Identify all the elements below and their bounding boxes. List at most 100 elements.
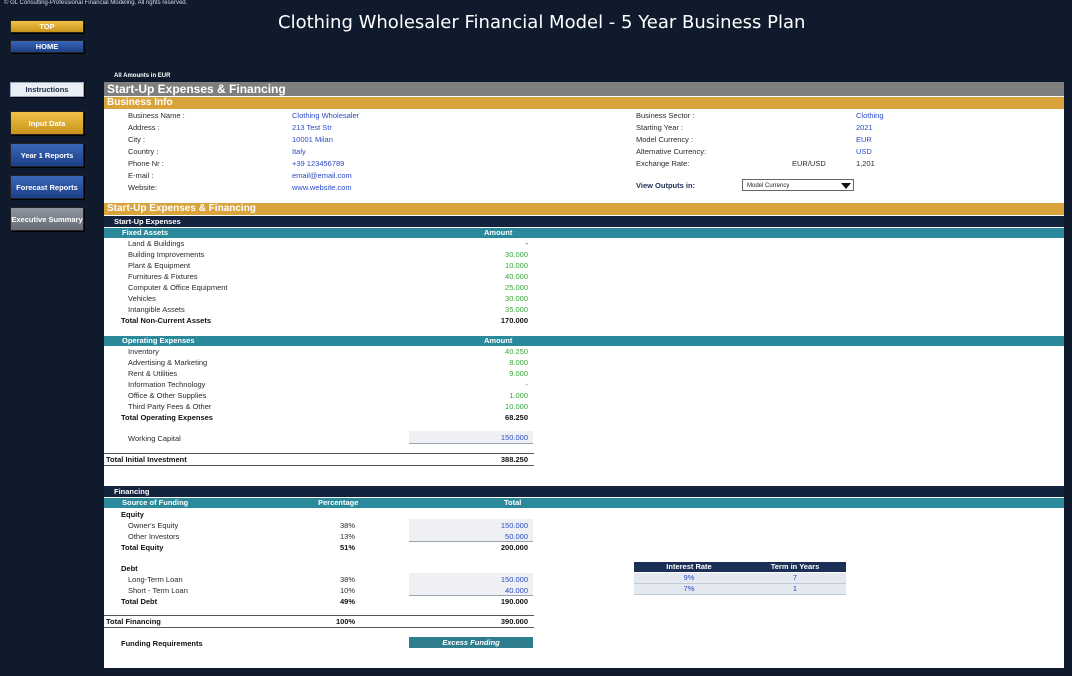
business-info-heading: Business Info [104,97,1064,109]
view-outputs-value: Model Currency [747,183,790,189]
long-term-rate[interactable]: 9% [634,573,744,584]
email-label: E-mail : [128,171,154,180]
total-investment-value: 388.250 [500,455,528,464]
email-value[interactable]: email@email.com [292,171,352,180]
financing-heading: Financing [104,486,1064,497]
model-currency-value[interactable]: EUR [856,135,872,144]
executive-summary-button[interactable]: Executive Summary [10,207,84,231]
phone-value[interactable]: +39 123456789 [292,159,344,168]
vehicles-label: Vehicles [128,294,156,303]
land-buildings-label: Land & Buildings [128,239,185,248]
long-term-loan-label: Long-Term Loan [128,575,183,584]
total-debt-value: 190.000 [500,597,528,606]
total-non-current-label: Total Non-Current Assets [121,316,212,325]
fixed-assets-header: Fixed Assets [122,228,168,237]
total-equity-value: 200.000 [500,543,528,552]
investment-underline [104,465,534,466]
business-name-value[interactable]: Clothing Wholesaler [292,111,359,120]
information-technology-value: - [525,380,529,389]
long-term-years[interactable]: 7 [744,573,846,584]
interest-rate-header: Interest Rate [634,562,744,572]
view-outputs-label: View Outputs in: [636,181,696,190]
alternative-currency-value[interactable]: USD [856,147,872,156]
address-value[interactable]: 213 Test Str [292,123,332,132]
working-capital-value: 150.000 [500,433,528,442]
office-supplies-value: 1.000 [509,391,528,400]
home-button[interactable]: HOME [10,40,84,53]
phone-label: Phone Nr : [128,159,164,168]
short-term-loan-pct: 10% [340,586,356,595]
startup-expenses-subheading: Start-Up Expenses [104,216,1064,227]
computer-office-value: 25.000 [505,283,528,292]
page-title: Clothing Wholesaler Financial Model - 5 … [278,12,806,33]
long-term-loan-pct: 38% [340,575,356,584]
other-investors-total: 50.000 [505,532,528,541]
total-non-current-value: 170.000 [500,316,528,325]
website-value[interactable]: www.website.com [292,183,352,192]
business-sector-label: Business Sector : [636,111,695,120]
business-sector-value[interactable]: Clothing [856,111,884,120]
city-label: City : [128,135,146,144]
third-party-fees-value: 10.000 [505,402,528,411]
fixed-assets-header-row: Fixed Assets Amount [104,228,1064,238]
input-data-button[interactable]: Input Data [10,111,84,135]
address-label: Address : [128,123,160,132]
top-button[interactable]: TOP [10,20,84,33]
starting-year-value[interactable]: 2021 [856,123,873,132]
total-debt-pct: 49% [340,597,356,606]
vehicles-value: 30.000 [505,294,528,303]
owners-equity-total: 150.000 [500,521,528,530]
advertising-label: Advertising & Marketing [128,358,208,367]
website-label: Website: [128,183,158,192]
financing-divider [104,615,534,616]
short-term-loan-total: 40.000 [505,586,528,595]
instructions-button[interactable]: Instructions [10,82,84,97]
advertising-value: 8.000 [509,358,528,367]
office-supplies-label: Office & Other Supplies [128,391,207,400]
owners-equity-label: Owner's Equity [128,521,179,530]
total-operating-label: Total Operating Expenses [121,413,213,422]
plant-equipment-value: 10.000 [505,261,528,270]
business-name-label: Business Name : [128,111,185,120]
country-value[interactable]: Italy [292,147,306,156]
building-improvements-label: Building Improvements [128,250,205,259]
total-debt-label: Total Debt [121,597,158,606]
chevron-down-icon[interactable] [841,183,851,189]
investment-divider [104,453,534,454]
forecast-reports-button[interactable]: Forecast Reports [10,175,84,199]
model-sheet: Start-Up Expenses & Financing Business I… [104,82,1064,668]
total-equity-label: Total Equity [121,543,164,552]
inventory-label: Inventory [128,347,159,356]
operating-expenses-header-row: Operating Expenses Amount [104,336,1064,346]
plant-equipment-label: Plant & Equipment [128,261,191,270]
amounts-in-label: All Amounts in EUR [114,73,171,79]
inventory-value: 40.250 [505,347,528,356]
short-term-rate[interactable]: 7% [634,584,744,595]
rent-utilities-label: Rent & Utilities [128,369,178,378]
country-label: Country : [128,147,159,156]
fixed-assets-amount-header: Amount [484,228,513,237]
financing-header-row: Source of Funding Percentage Total [104,498,1064,508]
exchange-rate-pair: EUR/USD [792,159,826,168]
term-years-header: Term in Years [744,562,846,572]
other-investors-label: Other Investors [128,532,180,541]
financing-underline [104,627,534,628]
owners-equity-pct: 38% [340,521,356,530]
funding-requirements-value: Excess Funding [409,637,533,648]
model-currency-label: Model Currency : [636,135,694,144]
debt-label: Debt [121,564,138,573]
funding-requirements-label: Funding Requirements [121,639,203,648]
view-outputs-select[interactable]: Model Currency [742,179,854,191]
year1-reports-button[interactable]: Year 1 Reports [10,143,84,167]
working-capital-label: Working Capital [128,434,181,443]
long-term-loan-total: 150.000 [500,575,528,584]
short-term-years[interactable]: 1 [744,584,846,595]
total-investment-label: Total Initial Investment [106,455,187,464]
furnitures-fixtures-label: Furnitures & Fixtures [128,272,198,281]
equity-label: Equity [121,510,144,519]
exchange-rate-value[interactable]: 1,201 [856,159,875,168]
exchange-rate-label: Exchange Rate: [636,159,690,168]
intangible-assets-value: 35.000 [505,305,528,314]
intangible-assets-label: Intangible Assets [128,305,185,314]
city-value[interactable]: 10001 Milan [292,135,333,144]
